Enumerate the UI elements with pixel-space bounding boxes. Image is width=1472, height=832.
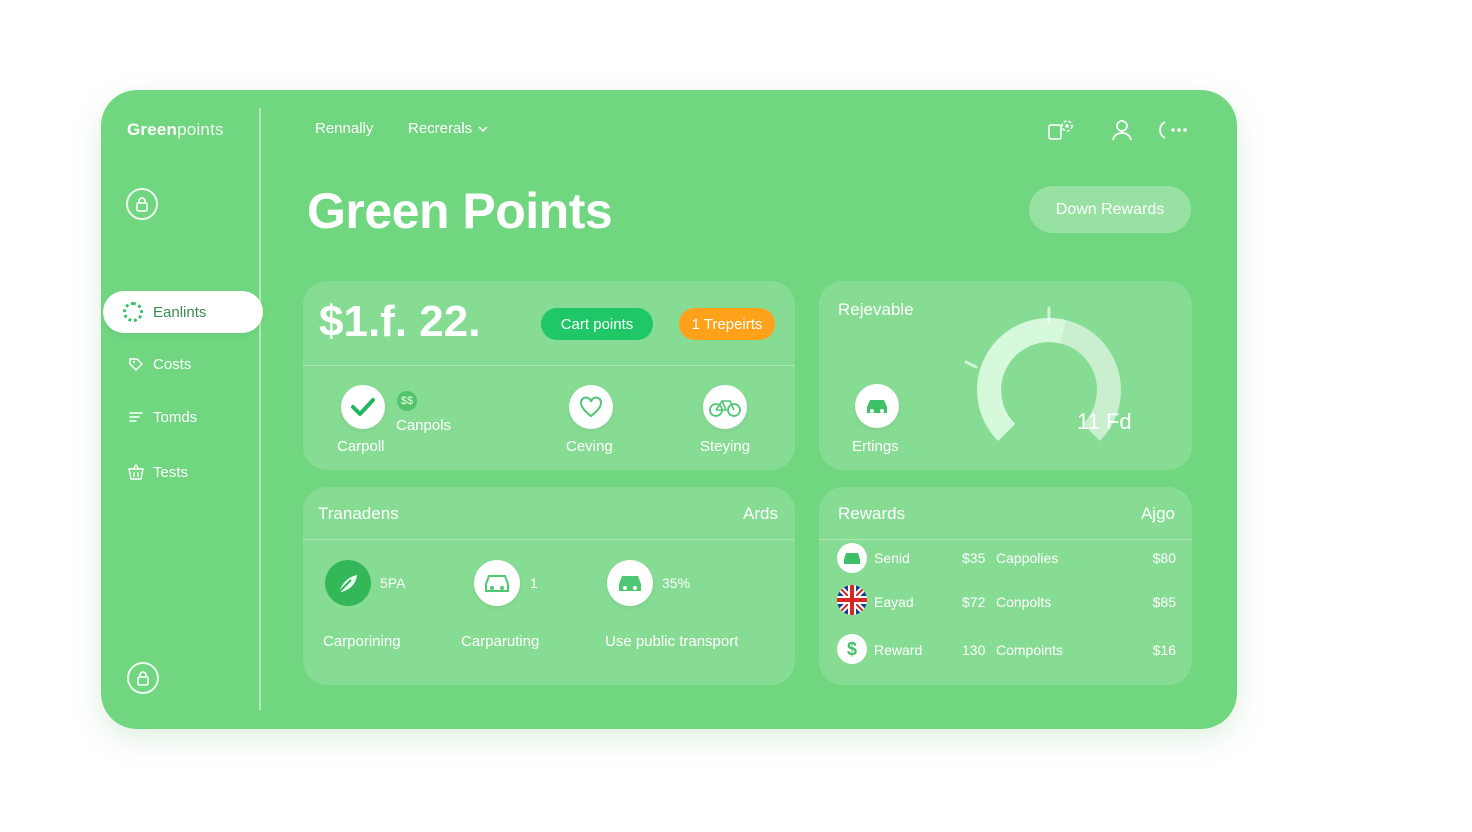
reward-type: Conpolts	[996, 594, 1052, 610]
card-title: Tranadens	[318, 504, 399, 523]
card-right-label[interactable]: Ards	[743, 504, 778, 524]
list-icon	[129, 412, 143, 422]
heart-icon	[580, 396, 602, 418]
sidebar-item-label: Tomds	[153, 408, 198, 426]
lock-button-top[interactable]	[126, 188, 158, 220]
gear-icon	[1048, 120, 1073, 140]
ring-icon	[123, 302, 143, 322]
gauge-value: 11 Fd	[1077, 409, 1132, 434]
car-icon	[867, 400, 887, 413]
page-title: Green Points	[307, 183, 613, 239]
sidebar-divider	[259, 108, 261, 710]
reward-points: $35	[962, 550, 986, 566]
transactions-card: Tranadens Ards 5PA Carporining 1 Carparu…	[303, 487, 795, 685]
rejevable-card: Rejevable Ertings 11 Fd	[819, 281, 1192, 470]
lock-icon	[136, 197, 148, 212]
card-divider	[303, 365, 795, 366]
basket-icon	[128, 463, 144, 480]
rewards-card: Rewards Ajgo Senid $35 Cappolies $80 Eay…	[819, 487, 1192, 685]
ertings-item[interactable]	[855, 384, 899, 428]
balance-value: $1.f. 22.	[319, 297, 481, 346]
gauge-tick	[964, 360, 978, 369]
steying-activity[interactable]	[703, 385, 747, 429]
trepeirts-pill[interactable]: 1 Trepeirts	[679, 308, 775, 340]
ceving-label: Ceving	[566, 438, 613, 455]
ertings-label: Ertings	[852, 438, 899, 455]
carporining-label: Carporining	[323, 633, 401, 650]
reward-amount: $80	[1152, 550, 1176, 566]
reward-amount: $85	[1152, 594, 1176, 610]
sidebar-item-tomds[interactable]: Tomds	[127, 405, 197, 429]
card-right-label[interactable]: Ajgo	[1141, 504, 1175, 524]
topnav-item-label: Recrerals	[408, 120, 473, 137]
topnav-item-recrerals[interactable]: Recrerals	[408, 120, 488, 137]
gauge-fill	[977, 318, 1066, 441]
carpoll-label: Carpoll	[337, 438, 385, 455]
leaf-icon	[338, 575, 357, 593]
reward-name: Eayad	[874, 594, 914, 610]
public-transport-label: Use public transport	[605, 633, 739, 650]
brand-bold: Green	[127, 120, 178, 139]
balance-card: $1.f. 22. Cart points 1 Trepeirts $$ Can…	[303, 281, 795, 470]
reward-amount: $16	[1152, 642, 1176, 658]
carparuting-value: 1	[530, 575, 538, 591]
card-divider	[819, 539, 1192, 540]
carparuting-label: Carparuting	[461, 633, 540, 650]
more-button[interactable]	[1157, 116, 1193, 144]
sidebar-item-label: Tests	[153, 463, 189, 481]
brand-logo[interactable]: Greenpoints	[127, 120, 224, 140]
down-rewards-button[interactable]: Down Rewards	[1029, 186, 1191, 233]
public-transport-value: 35%	[662, 575, 691, 591]
reward-type: Cappolies	[996, 550, 1059, 566]
carporining-icon[interactable]	[325, 560, 371, 606]
car-icon	[485, 575, 509, 592]
ceving-activity[interactable]	[569, 385, 613, 429]
profile-button[interactable]	[1106, 116, 1138, 144]
tag-icon	[129, 358, 143, 371]
user-icon	[1112, 120, 1132, 141]
check-icon	[351, 398, 375, 416]
carparuting-icon[interactable]	[474, 560, 520, 606]
reward-name: Reward	[874, 642, 923, 658]
topnav-item-rennally[interactable]: Rennally	[315, 120, 373, 137]
public-transport-icon[interactable]	[607, 560, 653, 606]
lock-icon	[137, 671, 149, 686]
sidebar-item-costs[interactable]: Costs	[127, 352, 191, 376]
flag-icon	[837, 585, 867, 615]
dollar-icon: $	[837, 634, 867, 664]
steying-label: Steying	[700, 438, 751, 455]
sidebar-item-label: Costs	[153, 355, 192, 373]
reward-points: 130	[962, 642, 986, 658]
card-divider	[303, 539, 795, 540]
car-icon	[837, 543, 867, 573]
reward-name: Senid	[874, 550, 910, 566]
canpols-label: Canpols	[396, 417, 452, 434]
brand-light: points	[177, 120, 224, 139]
bicycle-icon	[709, 400, 741, 417]
reward-type: Compoints	[996, 642, 1063, 658]
reward-points: $72	[962, 594, 986, 610]
car-icon	[619, 576, 641, 591]
sidebar-item-label: Eanlints	[153, 303, 207, 321]
app-window: Greenpoints Eanlints Costs Tomds Tests R…	[101, 90, 1237, 729]
settings-button[interactable]	[1046, 116, 1078, 144]
sidebar-item-eanlints[interactable]: Eanlints	[103, 291, 263, 333]
card-title: Rewards	[838, 504, 906, 523]
lock-button-bottom[interactable]	[127, 662, 159, 694]
chevron-down-icon	[478, 125, 488, 132]
coin-badge: $$	[400, 395, 414, 407]
cart-points-pill[interactable]: Cart points	[541, 308, 653, 340]
sidebar-item-tests[interactable]: Tests	[127, 460, 188, 484]
coin-icon: $$	[397, 391, 417, 411]
gauge-chart	[964, 306, 1121, 441]
card-title: Rejevable	[838, 300, 914, 319]
carporining-value: 5PA	[380, 575, 406, 591]
more-icon	[1159, 121, 1187, 139]
carpoll-activity[interactable]	[341, 385, 385, 429]
